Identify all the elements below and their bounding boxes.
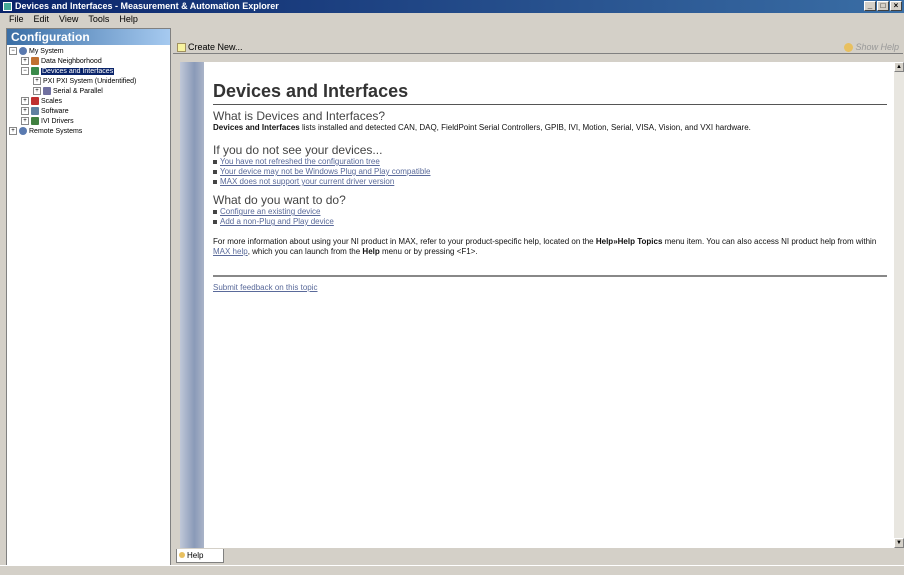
show-help-button[interactable]: Show Help bbox=[844, 40, 899, 54]
scroll-down-icon[interactable]: ▼ bbox=[894, 538, 904, 548]
info-text: menu or by pressing <F1>. bbox=[379, 247, 478, 256]
help-icon bbox=[179, 552, 185, 558]
tree-item-my-system[interactable]: − My System bbox=[7, 47, 170, 57]
bullet-icon bbox=[213, 160, 217, 164]
maximize-button[interactable]: □ bbox=[877, 1, 889, 11]
app-icon bbox=[3, 2, 12, 11]
info-paragraph: For more information about using your NI… bbox=[213, 237, 887, 257]
expand-icon[interactable]: + bbox=[21, 117, 29, 126]
tree-item-serial-parallel[interactable]: + Serial & Parallel bbox=[7, 87, 170, 97]
page-title: Devices and Interfaces bbox=[213, 81, 409, 101]
tree-item-remote-systems[interactable]: + Remote Systems bbox=[7, 127, 170, 137]
window-title: Devices and Interfaces - Measurement & A… bbox=[15, 1, 279, 11]
create-new-icon bbox=[177, 42, 186, 52]
section-heading: If you do not see your devices... bbox=[213, 143, 383, 157]
menu-bar: File Edit View Tools Help bbox=[0, 13, 904, 25]
configuration-tree: − My System + Data Neighborhood − Devices a… bbox=[7, 45, 170, 137]
tree-item-data-neighborhood[interactable]: + Data Neighborhood bbox=[7, 57, 170, 67]
tree-item-software[interactable]: + Software bbox=[7, 107, 170, 117]
menu-help[interactable]: Help bbox=[114, 13, 143, 25]
expand-icon[interactable]: + bbox=[33, 87, 41, 96]
expand-icon[interactable]: + bbox=[21, 57, 29, 66]
scales-icon bbox=[31, 97, 39, 106]
list-item: You have not refreshed the configuration… bbox=[213, 157, 887, 167]
tab-help[interactable]: Help bbox=[176, 549, 224, 563]
computer-icon bbox=[19, 47, 27, 56]
list-item: Configure an existing device bbox=[213, 207, 887, 217]
tree-item-label: Scales bbox=[41, 98, 63, 105]
section-heading: What do you want to do? bbox=[213, 193, 346, 207]
help-link[interactable]: Configure an existing device bbox=[220, 207, 321, 217]
devices-icon bbox=[31, 67, 39, 76]
collapse-icon[interactable]: − bbox=[21, 67, 29, 76]
help-icon bbox=[844, 42, 854, 52]
expand-icon[interactable]: + bbox=[9, 127, 17, 136]
title-bar: Devices and Interfaces - Measurement & A… bbox=[0, 0, 904, 13]
description-bold: Devices and Interfaces bbox=[213, 123, 300, 132]
menu-view[interactable]: View bbox=[54, 13, 83, 25]
tree-item-devices-and-interfaces[interactable]: − Devices and Interfaces bbox=[7, 67, 170, 77]
tree-item-pxi-system[interactable]: + PXI PXI System (Unidentified) bbox=[7, 77, 170, 87]
menu-file[interactable]: File bbox=[4, 13, 29, 25]
decorative-strip bbox=[180, 62, 204, 548]
tree-item-label: Data Neighborhood bbox=[41, 58, 102, 65]
configuration-pane: Configuration − My System + Data Neighborh… bbox=[6, 28, 171, 568]
list-item: Your device may not be Windows Plug and … bbox=[213, 167, 887, 177]
feedback-link[interactable]: Submit feedback on this topic bbox=[213, 283, 887, 293]
expand-icon[interactable]: + bbox=[33, 77, 41, 86]
max-help-link[interactable]: MAX help bbox=[213, 247, 248, 256]
scroll-up-icon[interactable]: ▲ bbox=[894, 62, 904, 72]
info-text: , which you can launch from the bbox=[247, 247, 363, 256]
configuration-header: Configuration bbox=[7, 29, 170, 45]
tree-item-label: My System bbox=[29, 48, 64, 55]
section-heading: What is Devices and Interfaces? bbox=[213, 109, 386, 123]
expand-icon[interactable]: + bbox=[21, 97, 29, 106]
expand-icon[interactable]: + bbox=[21, 107, 29, 116]
ivi-icon bbox=[31, 117, 39, 126]
tree-item-label: PXI PXI System (Unidentified) bbox=[43, 78, 137, 85]
serial-icon bbox=[43, 87, 51, 96]
tab-help-label: Help bbox=[187, 551, 204, 560]
title-divider bbox=[213, 104, 887, 105]
close-button[interactable]: × bbox=[890, 1, 902, 11]
tree-item-ivi-drivers[interactable]: + IVI Drivers bbox=[7, 117, 170, 127]
window-controls: _ □ × bbox=[864, 1, 902, 11]
info-bold: Help»Help Topics bbox=[595, 237, 663, 246]
bullet-icon bbox=[213, 220, 217, 224]
list-item: MAX does not support your current driver… bbox=[213, 177, 887, 187]
description-text: lists installed and detected CAN, DAQ, F… bbox=[299, 123, 751, 132]
tree-item-label: IVI Drivers bbox=[41, 118, 74, 125]
help-content: Devices and Interfaces What is Devices a… bbox=[213, 80, 887, 293]
feedback-divider bbox=[213, 275, 887, 277]
data-neighborhood-icon bbox=[31, 57, 39, 66]
tree-item-label: Remote Systems bbox=[29, 128, 83, 135]
help-link[interactable]: You have not refreshed the configuration… bbox=[220, 157, 380, 167]
remote-systems-icon bbox=[19, 127, 27, 136]
tree-item-label: Software bbox=[41, 108, 69, 115]
tree-item-label: Serial & Parallel bbox=[53, 88, 103, 95]
list-item: Add a non-Plug and Play device bbox=[213, 217, 887, 227]
collapse-icon[interactable]: − bbox=[9, 47, 17, 56]
bullet-icon bbox=[213, 170, 217, 174]
info-text: For more information about using your NI… bbox=[213, 237, 596, 246]
help-link[interactable]: MAX does not support your current driver… bbox=[220, 177, 394, 187]
info-text: menu item. You can also access NI produc… bbox=[662, 237, 877, 246]
create-new-button[interactable]: Create New... bbox=[177, 40, 243, 54]
menu-tools[interactable]: Tools bbox=[83, 13, 114, 25]
info-bold: Help bbox=[362, 247, 380, 256]
minimize-button[interactable]: _ bbox=[864, 1, 876, 11]
toolbar: Create New... Show Help bbox=[173, 40, 903, 54]
software-icon bbox=[31, 107, 39, 116]
menu-edit[interactable]: Edit bbox=[29, 13, 55, 25]
help-link[interactable]: Add a non-Plug and Play device bbox=[220, 217, 334, 227]
bullet-icon bbox=[213, 210, 217, 214]
tree-item-scales[interactable]: + Scales bbox=[7, 97, 170, 107]
tree-item-label: Devices and Interfaces bbox=[41, 68, 115, 75]
create-new-label: Create New... bbox=[188, 42, 243, 52]
section-description: Devices and Interfaces lists installed a… bbox=[213, 123, 887, 133]
bullet-icon bbox=[213, 180, 217, 184]
help-link[interactable]: Your device may not be Windows Plug and … bbox=[220, 167, 431, 177]
show-help-label: Show Help bbox=[855, 42, 899, 52]
vertical-scrollbar[interactable]: ▲ ▼ bbox=[894, 62, 904, 548]
